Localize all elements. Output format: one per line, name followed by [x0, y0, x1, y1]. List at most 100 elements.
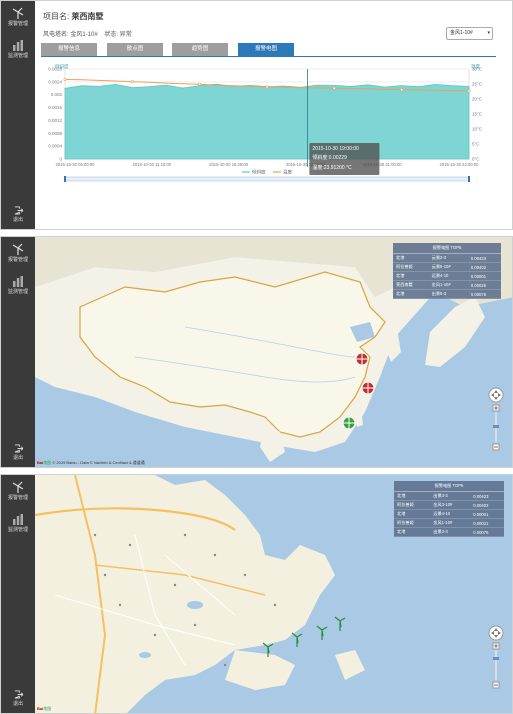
ranking-cell: 金风3-10#: [430, 500, 471, 510]
alert-marker-2[interactable]: [361, 381, 375, 395]
x-tick-label: 2015-10-30 22:00:00: [440, 162, 480, 167]
ranking-cell: 阿拉善姬: [394, 500, 431, 510]
ranking-cell: 北港: [394, 527, 431, 537]
ranking-row[interactable]: 北港 远景4-10 0.00001: [393, 271, 501, 281]
tilt-series-area: [64, 83, 470, 160]
status-label: 状态:: [104, 32, 119, 38]
sidebar-item-label: 报警管理: [7, 495, 28, 501]
china-map-panel: 北京天津乌鲁木齐西宁拉萨成都重庆武汉上海广州台北杭州兰州 报警管理 监测管理 退…: [0, 236, 513, 468]
ranking-cell: 0.00025: [467, 280, 501, 290]
map-zoom-control: [488, 625, 504, 697]
x-tick-label: 2015-10-30 11:10:00: [133, 162, 172, 167]
ranking-cell: 莱西南墅: [393, 280, 429, 290]
y-left-tick: 0: [59, 157, 62, 162]
sidebar-item-label: 报警管理: [7, 21, 28, 27]
ranking-cell: 0.00402: [467, 262, 501, 272]
bar-chart-icon: [13, 40, 23, 51]
sidebar: 北京天津乌鲁木齐西宁拉萨成都重庆武汉上海广州台北杭州兰州 报警管理 监测管理 退…: [1, 237, 35, 467]
ranking-row[interactable]: 北港 出景3-3 0.00423: [394, 492, 504, 501]
normal-marker[interactable]: [342, 416, 356, 430]
exit-icon: [14, 690, 23, 699]
ranking-cell: 远景4-10: [428, 271, 468, 281]
tab-scatter[interactable]: 散点图: [107, 43, 163, 56]
tab-trend[interactable]: 趋势图: [172, 43, 228, 56]
tooltip-temp: 温度:23.91200 °C: [312, 164, 352, 171]
ranking-cell: 金风1-10#: [430, 518, 471, 528]
ranking-cell: 0.00076: [470, 527, 504, 537]
ranking-cell: 北港: [394, 509, 431, 519]
baidu-logo: 地图: [43, 460, 52, 465]
temperature-point: [332, 86, 336, 90]
project-title: 项目名: 莱西南墅: [43, 11, 103, 22]
zoom-slider[interactable]: [495, 650, 497, 680]
ranking-row[interactable]: 北港 云景3-3 0.00423: [393, 254, 501, 263]
temperature-point: [130, 80, 134, 84]
ranking-row[interactable]: 莱西南墅 金风1-10# 0.00025: [393, 280, 501, 290]
trend-chart: 0 0.0004 0.0008 0.0012 0.0016 0.002 0.0024 0.00…: [37, 63, 497, 229]
sidebar: 报警管理 监测管理 退出: [1, 475, 35, 713]
tab-underline: [41, 56, 496, 57]
ranking-row[interactable]: 阿拉善姬 金风1-10# 0.00021: [394, 518, 504, 528]
legend-temp: 温度: [283, 169, 292, 176]
ranking-cell: 0.00423: [470, 492, 504, 501]
tab-alert-chart[interactable]: 报警电图: [238, 43, 294, 56]
copyright-text: © 2019 Baidu - Data © NavInfo & CenNavi …: [52, 460, 145, 465]
ranking-cell: 北港: [393, 289, 429, 299]
y-left-tick: 0.0016: [48, 105, 62, 110]
sidebar-item-label: 报警管理: [7, 257, 28, 263]
sidebar-item-alert[interactable]: 北京天津乌鲁木齐西宁拉萨成都重庆武汉上海广州台北杭州兰州 报警管理: [1, 243, 35, 263]
sidebar-item-monitor[interactable]: 监测管理: [1, 513, 35, 533]
ranking-cell: 0.00423: [467, 254, 501, 263]
tab-bar: 报警信息 散点图 趋势图 报警电图: [41, 43, 496, 57]
ranking-cell: 0.00402: [470, 500, 504, 510]
ranking-cell: 出景3-3: [430, 527, 471, 537]
turbine-value: 金风1-10#: [70, 32, 98, 38]
range-handle-right[interactable]: [468, 176, 470, 182]
coastal-map-panel: 报警管理 监测管理 退出 报警电图 TOP5 北港 出景3-3 0.00423 …: [0, 474, 513, 714]
ranking-table: 北港 云景3-3 0.00423 阿拉善姬 云景5-10# 0.00402 北港 远景4-10…: [393, 254, 501, 299]
y-right-tick: 10°C: [472, 127, 483, 132]
exit-button[interactable]: 退出: [1, 444, 35, 461]
sidebar-item-alert[interactable]: 报警管理: [1, 7, 35, 27]
exit-icon: [14, 444, 23, 453]
ranking-title: 报警电图 TOP5: [394, 481, 504, 492]
ranking-row[interactable]: 北港 出景3-3 0.00076: [394, 527, 504, 537]
alert-marker-1[interactable]: [355, 352, 369, 366]
right-axis-label: 温度: [471, 63, 480, 70]
sidebar-item-monitor[interactable]: 监测管理: [1, 275, 35, 295]
tooltip-time: 2015-10-30 19:00:00: [312, 146, 359, 152]
ranking-cell: 0.00076: [467, 289, 501, 299]
exit-icon: [14, 206, 23, 215]
temperature-point: [400, 88, 404, 92]
ranking-cell: 云景5-10#: [428, 262, 468, 272]
temperature-point: [265, 85, 269, 89]
range-handle-left[interactable]: [64, 176, 66, 182]
trend-chart-svg: 00.00040.00080.00120.00160.0020.00240.00…: [48, 63, 483, 182]
sidebar-item-monitor[interactable]: 监测管理: [1, 39, 35, 59]
ranking-row[interactable]: 阿拉善姬 云景5-10# 0.00402: [393, 262, 501, 272]
sidebar-item-label: 监测管理: [7, 527, 28, 533]
range-slider[interactable]: [64, 176, 470, 182]
temperature-point: [63, 78, 67, 82]
ranking-row[interactable]: 北港 远景4-10 0.00001: [394, 509, 504, 519]
ranking-cell: 出景3-3: [430, 492, 471, 501]
exit-button[interactable]: 退出: [1, 690, 35, 707]
y-left-tick: 0.0024: [48, 79, 62, 84]
turbine-select[interactable]: 金风1-10# ▾: [446, 27, 493, 40]
ranking-cell: 北港: [393, 271, 429, 281]
tab-alert-info[interactable]: 报警信息: [41, 43, 97, 56]
map-zoom-control: [488, 387, 504, 459]
tooltip-tilt: 倾斜度:0.00229: [312, 154, 347, 161]
exit-label: 退出: [12, 217, 23, 223]
sidebar-item-label: 监测管理: [7, 53, 28, 59]
sidebar-item-alert[interactable]: 报警管理: [1, 481, 35, 501]
temperature-point: [467, 89, 471, 93]
map-copyright: Bai地图: [37, 706, 51, 712]
exit-button[interactable]: 退出: [1, 206, 35, 223]
y-right-tick: 5°C: [472, 142, 480, 147]
ranking-row[interactable]: 阿拉善姬 金风3-10# 0.00402: [394, 500, 504, 510]
ranking-row[interactable]: 北港 出景5-3 0.00076: [393, 289, 501, 299]
y-left-tick: 0.002: [51, 92, 63, 97]
sidebar: 报警管理 监测管理 退出: [1, 1, 35, 229]
wind-turbine-icon: 北京天津乌鲁木齐西宁拉萨成都重庆武汉上海广州台北杭州兰州: [12, 243, 24, 255]
